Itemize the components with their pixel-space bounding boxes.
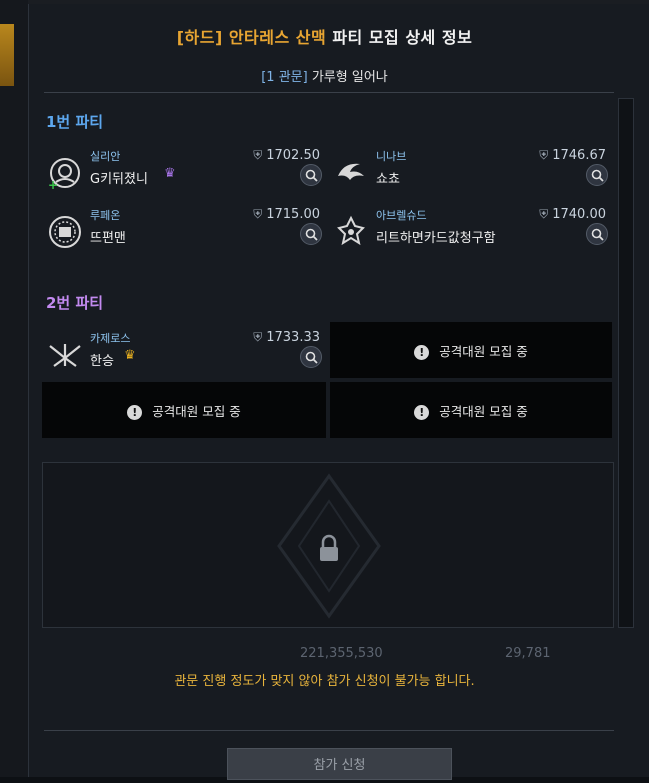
magnifier-icon [591,228,604,241]
item-level: ⛨ 1733.33 [253,330,320,345]
class-name: 루페온 [90,209,121,222]
character-name: 한승 [90,354,114,369]
character-name: 뜨편맨 [90,231,126,246]
recruiting-slot: ! 공격대원 모집 중 [42,382,326,438]
party-member-slot[interactable]: + 실리안 G키뒤졌니 ♛ ⛨ 1702.50 [44,148,326,202]
title-label: 파티 모집 상세 정보 [332,28,473,47]
exclamation-icon: ! [127,405,143,420]
class-name: 아브렐슈드 [376,209,427,222]
magnifier-icon [591,169,604,182]
inspect-button[interactable] [300,223,322,245]
inspect-button[interactable] [586,223,608,245]
helmet-icon: ⛨ [253,148,263,162]
silver-amount: 221,355,530 [300,646,383,661]
inspect-button[interactable] [300,164,322,186]
locked-party-area [42,462,614,628]
party-member-slot[interactable]: 아브렐슈드 리트하면카드값청구함 ⛨ 1740.00 [330,207,612,261]
sylian-class-icon: + [48,158,80,190]
helmet-icon: ⛨ [253,207,263,221]
helmet-icon: ⛨ [253,330,263,344]
item-level: ⛨ 1715.00 [253,207,320,222]
background-sidebar [0,0,28,777]
party-member-slot[interactable]: 니나브 쇼쵸 ⛨ 1746.67 [330,148,612,202]
item-level: ⛨ 1746.67 [539,148,606,163]
inspect-button[interactable] [586,164,608,186]
inspect-button[interactable] [300,346,322,368]
gate-label: [1 관문] [261,70,308,85]
party-member-slot[interactable]: 카제로스 한승 ♛ ⛨ 1733.33 [44,330,326,384]
gate-subtitle: [1 관문] 가루형 일어나 [0,66,649,85]
lupeon-class-icon [49,216,81,248]
class-name: 니나브 [376,150,407,163]
recruiting-slot: ! 공격대원 모집 중 [330,382,612,438]
divider [44,92,614,93]
helmet-icon: ⛨ [539,148,549,162]
gold-amount: 29,781 [505,646,551,661]
divider [44,730,614,731]
ineligible-warning: 관문 진행 정도가 맞지 않아 참가 신청이 불가능 합니다. [174,674,475,689]
dialog-title: [하드] 안타레스 산맥 파티 모집 상세 정보 [0,24,649,48]
exclamation-icon: ! [414,345,430,360]
magnifier-icon [305,351,318,364]
party-1-title: 1번 파티 [46,113,104,131]
magnifier-icon [305,228,318,241]
recruiting-text: 공격대원 모집 중 [439,344,528,359]
recruiting-text: 공격대원 모집 중 [152,404,241,419]
exclamation-icon: ! [414,405,430,420]
raid-name: [하드] 안타레스 산맥 [176,28,327,47]
apply-button[interactable]: 참가 신청 [227,748,452,780]
lock-icon [320,534,338,561]
ninav-class-icon [338,163,364,180]
scrollbar[interactable] [618,98,634,628]
leader-crown-icon: ♛ [124,348,136,363]
party-memo: 가루형 일어나 [311,70,388,85]
abrelshud-class-icon [337,215,365,246]
class-name: 카제로스 [90,332,131,345]
magnifier-icon [305,169,318,182]
party-member-slot[interactable]: 루페온 뜨편맨 ⛨ 1715.00 [44,207,326,261]
recruiting-text: 공격대원 모집 중 [439,404,528,419]
lock-emblem [277,473,381,619]
item-level: ⛨ 1740.00 [539,207,606,222]
panel-top-edge [28,0,649,4]
svg-text:+: + [48,178,58,190]
class-name: 실리안 [90,150,121,163]
crown-icon: ♛ [164,166,176,181]
item-level: ⛨ 1702.50 [253,148,320,163]
character-name: 리트하면카드값청구함 [376,231,496,246]
character-name: G키뒤졌니 [90,172,148,187]
party-2-title: 2번 파티 [46,294,104,312]
recruiting-slot: ! 공격대원 모집 중 [330,322,612,378]
helmet-icon: ⛨ [539,207,549,221]
kazeros-class-icon [49,344,81,367]
character-name: 쇼쵸 [376,172,400,187]
